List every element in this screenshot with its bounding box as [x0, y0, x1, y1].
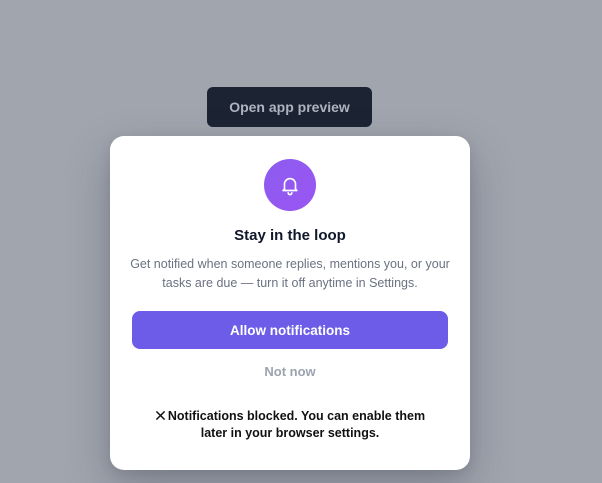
notification-permission-modal: Stay in the loop Get notified when someo… — [110, 136, 470, 470]
bell-icon — [282, 177, 298, 196]
not-now-button[interactable]: Not now — [240, 360, 340, 382]
status-text: Notifications blocked. You can enable th… — [167, 409, 426, 440]
allow-notifications-button[interactable]: Allow notifications — [132, 311, 448, 349]
modal-description: Get notified when someone replies, menti… — [130, 257, 450, 290]
status-message: Notifications blocked. You can enable th… — [140, 408, 440, 442]
modal-title: Stay in the loop — [234, 227, 346, 244]
bell-icon-badge — [264, 159, 316, 211]
close-icon — [155, 411, 165, 420]
open-app-preview-button[interactable]: Open app preview — [207, 87, 372, 127]
